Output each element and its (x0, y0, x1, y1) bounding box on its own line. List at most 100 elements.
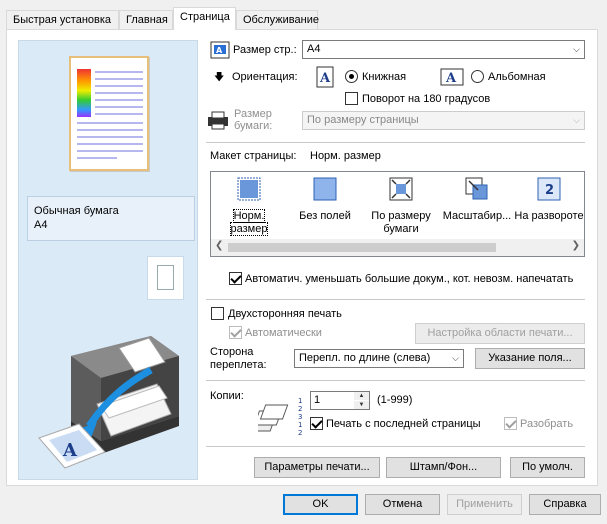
portrait-icon: A (316, 66, 334, 88)
printer-icon (208, 111, 228, 130)
reverse-order-checkbox[interactable] (310, 417, 323, 430)
page-size-select[interactable]: A4 ⌵ (302, 40, 585, 59)
printer-illustration: A (38, 336, 179, 469)
specify-margin-button[interactable]: Указание поля... (475, 348, 585, 369)
chevron-down-icon: ⌵ (573, 44, 580, 54)
svg-text:A: A (62, 440, 78, 461)
spin-up-icon[interactable]: ▲ (354, 392, 369, 400)
tab-main[interactable]: Главная (119, 10, 173, 30)
two-page-icon: 2 (537, 177, 561, 201)
layout-item-label: Масштабир... (442, 210, 512, 222)
svg-text:A: A (216, 46, 223, 55)
layout-item-fit-to-page[interactable]: По размеру бумаги (363, 174, 439, 238)
auto-reduce-checkbox[interactable] (229, 272, 242, 285)
svg-text:A: A (319, 71, 331, 86)
scroll-left-icon[interactable]: ❮ (215, 240, 223, 251)
normal-size-icon (237, 177, 261, 201)
svg-text:3: 3 (298, 413, 302, 421)
portrait-label: Книжная (362, 71, 407, 83)
ok-button[interactable]: OK (283, 494, 358, 515)
duplex-auto-checkbox[interactable] (229, 326, 242, 339)
collate-checkbox[interactable] (504, 417, 517, 430)
paper-size-label-line1: Размер (234, 108, 272, 120)
page-size-icon: A (210, 41, 230, 59)
layout-item-label: Без полей (299, 210, 351, 222)
layout-item-page-layout[interactable]: 2 На развороте (511, 174, 584, 238)
layout-item-label: На развороте (514, 210, 584, 222)
tab-quick-setup[interactable]: Быстрая установка (6, 10, 119, 30)
copies-spinbox[interactable]: 1 ▲ ▼ (310, 391, 370, 410)
defaults-button[interactable]: По умолч. (510, 457, 585, 478)
duplex-checkbox[interactable] (211, 307, 224, 320)
svg-text:1: 1 (298, 421, 302, 429)
print-area-setup-button[interactable]: Настройка области печати... (415, 323, 585, 344)
page-layout-current: Норм. размер (310, 150, 381, 162)
page-size-label: Размер стр.: (233, 44, 297, 56)
media-size-text: A4 (34, 219, 48, 231)
svg-text:A: A (445, 71, 457, 86)
landscape-radio[interactable] (471, 70, 484, 83)
binding-side-label-line1: Сторона (210, 346, 254, 358)
scaled-icon (465, 177, 488, 200)
layout-item-label: размер (229, 222, 269, 236)
page-layout-label: Макет страницы: (210, 150, 297, 162)
tab-maintenance[interactable]: Обслуживание (236, 10, 319, 30)
paper-size-value: По размеру страницы (307, 114, 419, 126)
reverse-order-label: Печать с последней страницы (326, 418, 481, 430)
stamp-background-button[interactable]: Штамп/Фон... (386, 457, 501, 478)
fit-to-page-icon (389, 177, 413, 201)
borderless-icon (313, 177, 337, 201)
svg-text:2: 2 (298, 405, 302, 413)
paper-size-select[interactable]: По размеру страницы ⌵ (302, 111, 585, 130)
paper-size-label: Размер бумаги: (234, 108, 272, 132)
scrollbar-thumb[interactable] (228, 243, 496, 252)
binding-side-value: Перепл. по длине (слева) (299, 352, 431, 364)
preview-pane: Обычная бумага A4 A (18, 40, 198, 480)
layout-item-label: Норм. (232, 209, 266, 223)
scroll-right-icon[interactable]: ❯ (572, 240, 580, 251)
landscape-icon: A (440, 68, 464, 86)
layout-item-scaled[interactable]: Масштабир... (439, 174, 515, 238)
chevron-down-icon: ⌵ (452, 353, 459, 363)
spin-down-icon[interactable]: ▼ (354, 401, 369, 409)
copies-range: (1-999) (377, 394, 413, 406)
divider (206, 142, 585, 143)
media-info: Обычная бумага A4 (27, 196, 195, 241)
page-size-value: A4 (307, 43, 321, 55)
layout-scrollbar[interactable]: ❮ ❯ (211, 239, 584, 256)
svg-text:2: 2 (545, 183, 554, 198)
binding-side-label-line2: переплета: (210, 359, 267, 371)
arrow-down-icon: 🡇 (214, 72, 225, 83)
layout-item-borderless[interactable]: Без полей (287, 174, 363, 238)
sheet-orientation-icon (147, 256, 184, 300)
page-layout-list[interactable]: Норм. размер Без полей По размеру бумаги М… (210, 171, 585, 257)
help-button[interactable]: Справка (529, 494, 601, 515)
landscape-label: Альбомная (488, 71, 546, 83)
divider (206, 380, 585, 381)
media-type-text: Обычная бумага (34, 205, 119, 217)
binding-side-label: Сторона переплета: (210, 346, 267, 372)
duplex-auto-label: Автоматически (245, 327, 322, 339)
collate-label: Разобрать (520, 418, 574, 430)
apply-button[interactable]: Применить (447, 494, 522, 515)
divider (206, 299, 585, 300)
chevron-down-icon: ⌵ (573, 115, 580, 125)
print-options-button[interactable]: Параметры печати... (254, 457, 380, 478)
binding-side-select[interactable]: Перепл. по длине (слева) ⌵ (294, 349, 464, 368)
duplex-label: Двухсторонняя печать (228, 308, 342, 320)
layout-item-normal-size[interactable]: Норм. размер (211, 174, 287, 238)
portrait-radio[interactable] (345, 70, 358, 83)
auto-reduce-label: Автоматич. уменьшать большие докум., кот… (245, 273, 574, 285)
paper-size-label-line2: бумаги: (234, 120, 273, 132)
copies-value: 1 (314, 394, 321, 406)
svg-text:1: 1 (298, 397, 302, 405)
copies-stack-icon: 1 2 3 1 2 (258, 397, 302, 437)
layout-item-label: По размеру (371, 210, 431, 222)
svg-text:2: 2 (298, 429, 302, 437)
cancel-button[interactable]: Отмена (365, 494, 440, 515)
tab-page-setup[interactable]: Страница (173, 7, 236, 30)
rotate-180-checkbox[interactable] (345, 92, 358, 105)
orientation-label: Ориентация: (232, 71, 298, 83)
page-preview (69, 56, 149, 171)
layout-item-label: бумаги (383, 223, 419, 235)
